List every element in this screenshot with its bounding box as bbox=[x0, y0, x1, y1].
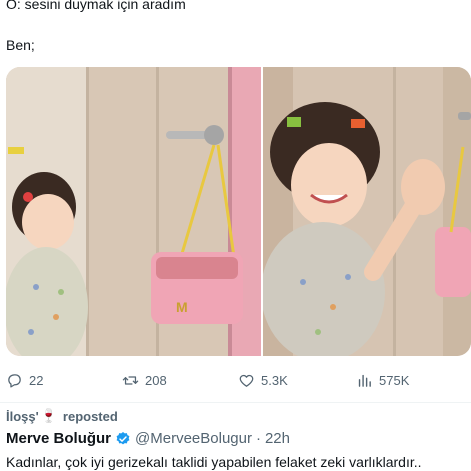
tweet-actions-bar: 22 208 5.3K 575K bbox=[6, 369, 466, 391]
heart-icon bbox=[239, 374, 254, 387]
like-count: 5.3K bbox=[261, 372, 288, 388]
media-photo-2[interactable] bbox=[263, 67, 471, 356]
post-divider bbox=[0, 402, 471, 403]
repost-header[interactable]: İloşş' 🍷 reposted bbox=[6, 408, 118, 424]
repost-emoji: 🍷 bbox=[40, 408, 57, 423]
author-name[interactable]: Merve Boluğur bbox=[6, 430, 111, 447]
repost-icon bbox=[122, 375, 139, 385]
author-handle[interactable]: @MerveeBolugur bbox=[135, 430, 252, 447]
photo-girl-waving-icon bbox=[263, 67, 471, 356]
verified-badge-icon bbox=[116, 431, 130, 444]
next-post-author-line: Merve Boluğur @MerveeBolugur · 22h bbox=[6, 430, 290, 447]
next-post-text: Kadınlar, çok iyi gerizekalı taklidi yap… bbox=[6, 454, 422, 470]
repost-button[interactable]: 208 bbox=[122, 372, 167, 389]
like-button[interactable]: 5.3K bbox=[238, 372, 288, 389]
photo-girl-phone-icon: M bbox=[6, 67, 261, 356]
reply-button[interactable]: 22 bbox=[6, 372, 43, 389]
post-time[interactable]: 22h bbox=[265, 430, 290, 447]
tweet-text-line-2: Ben; bbox=[6, 37, 35, 53]
repost-count: 208 bbox=[145, 372, 167, 388]
meta-separator: · bbox=[255, 430, 261, 447]
tweet-media-grid: M bbox=[6, 67, 471, 356]
repost-user[interactable]: İloşş' bbox=[6, 409, 39, 424]
reply-icon bbox=[8, 373, 21, 388]
views-button[interactable]: 575K bbox=[356, 372, 409, 389]
repost-label: reposted bbox=[62, 408, 118, 424]
reply-count: 22 bbox=[29, 372, 44, 388]
tweet-text-line-1: O: sesini duymak için aradım bbox=[6, 0, 186, 12]
views-chart-icon bbox=[358, 374, 371, 387]
svg-text:M: M bbox=[176, 299, 188, 315]
views-count: 575K bbox=[379, 372, 410, 388]
media-photo-1[interactable]: M bbox=[6, 67, 261, 356]
